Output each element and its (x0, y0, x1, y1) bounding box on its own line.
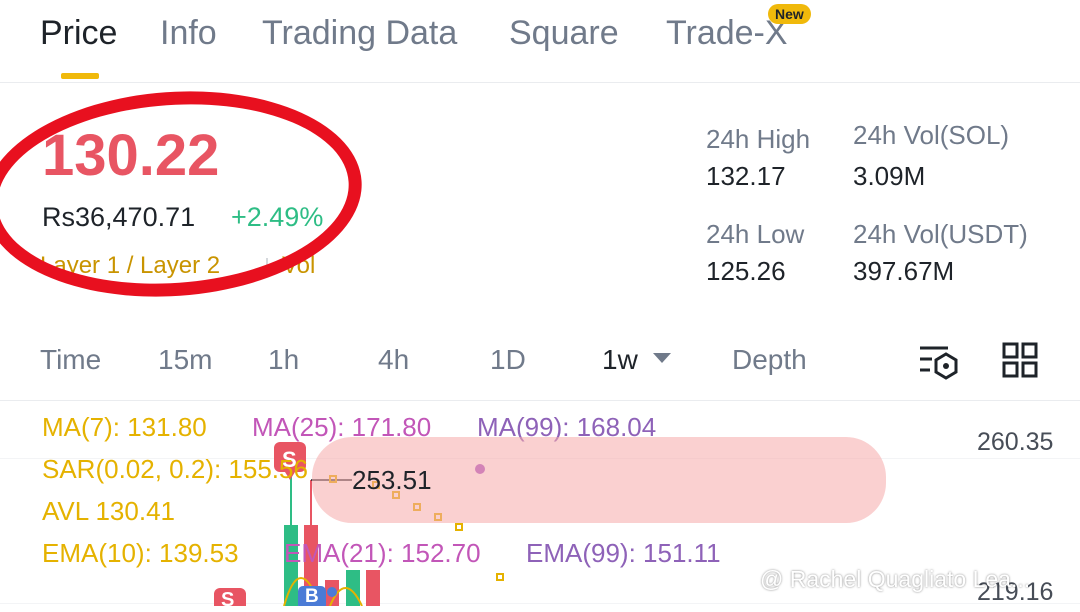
new-badge: New (768, 4, 811, 24)
low-value: 125.26 (706, 256, 786, 286)
interval-4h[interactable]: 4h (378, 344, 409, 376)
candle (366, 570, 380, 606)
sar-dot (455, 523, 463, 531)
ma7-label: MA(7): 131.80 (42, 412, 207, 442)
interval-1w[interactable]: 1w (602, 344, 638, 376)
ema10-label: EMA(10): 139.53 (42, 538, 239, 568)
avl-label: AVL 130.41 (42, 496, 175, 526)
grid-layout-icon[interactable] (1002, 342, 1038, 383)
sar-dot (496, 573, 504, 581)
interval-depth[interactable]: Depth (732, 344, 807, 376)
high-price-marker: 253.51 (352, 465, 432, 495)
indicator-point (327, 587, 337, 597)
buy-marker: B (305, 586, 319, 607)
y-axis-top-label: 260.35 (977, 428, 1054, 456)
sell-marker-lower: S (221, 589, 235, 611)
interval-1d[interactable]: 1D (490, 344, 526, 376)
low-label: 24h Low (706, 219, 805, 249)
vol-usdt-value: 397.67M (853, 256, 955, 286)
tab-price[interactable]: Price (40, 14, 117, 53)
chart-settings-icon[interactable] (918, 342, 960, 385)
sar-label: SAR(0.02, 0.2): 155.56 (42, 454, 308, 484)
interval-15m[interactable]: 15m (158, 344, 212, 376)
active-tab-indicator (61, 73, 99, 79)
interval-time[interactable]: Time (40, 344, 101, 376)
vol-sol-value: 3.09M (853, 161, 926, 191)
tab-square[interactable]: Square (509, 14, 619, 53)
ema99-label: EMA(99): 151.11 (526, 538, 721, 568)
chevron-down-icon[interactable] (653, 353, 671, 363)
tab-info[interactable]: Info (160, 14, 217, 53)
tab-trading-data[interactable]: Trading Data (262, 14, 457, 53)
interval-1h[interactable]: 1h (268, 344, 299, 376)
vol-sol-label: 24h Vol(SOL) (853, 120, 1010, 150)
header-divider (0, 82, 1080, 83)
watermark: @ Rachel Quagliato Lea... (760, 566, 1031, 592)
vol-usdt-label: 24h Vol(USDT) (853, 219, 1028, 249)
high-value: 132.17 (706, 161, 786, 191)
high-label: 24h High (706, 124, 811, 154)
ema21-label: EMA(21): 152.70 (284, 538, 481, 568)
